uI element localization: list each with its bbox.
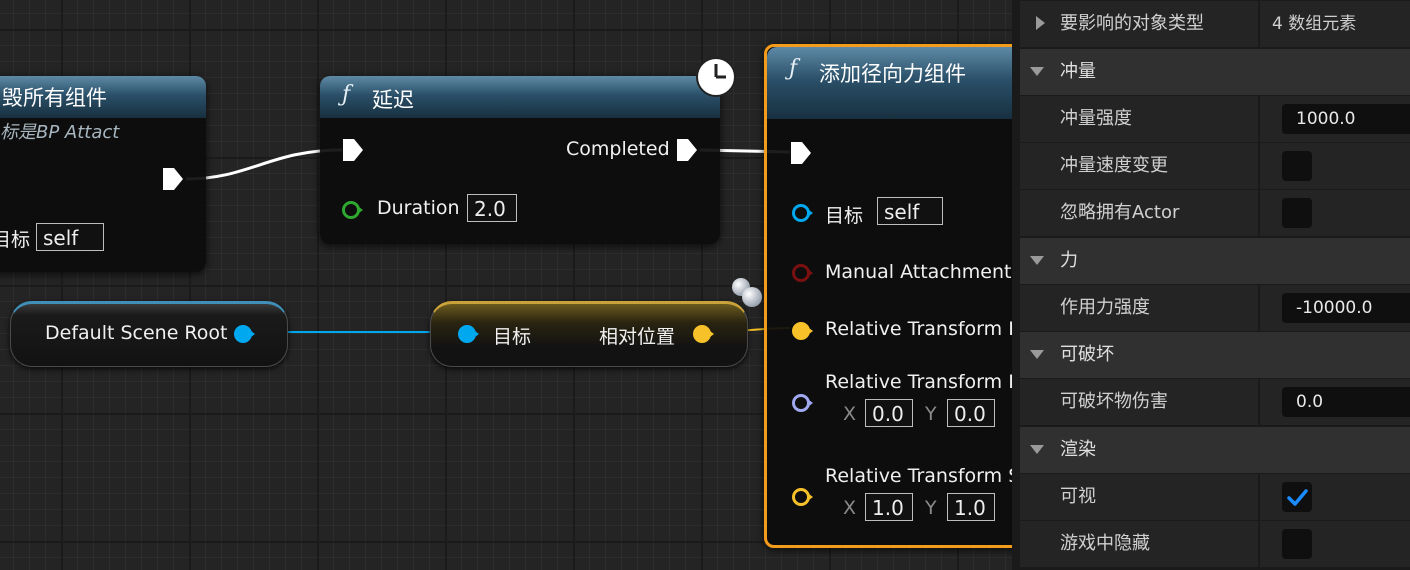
node-subtitle: 标是BP Attact [0, 122, 120, 143]
relative-rotation-pin[interactable] [792, 394, 813, 412]
target-pin-label: 目标 [0, 229, 31, 251]
relative-location-label: 相对位置 [599, 326, 676, 348]
variable-label: Default Scene Root [45, 322, 228, 344]
checkmark-icon [1287, 489, 1308, 506]
rotation-x-label: X [843, 403, 857, 425]
duration-pin[interactable] [342, 201, 363, 219]
get-relative-location-node[interactable]: 目标 相对位置 [430, 301, 748, 367]
duration-value-box[interactable]: 2.0 [467, 194, 517, 222]
column-divider [1258, 190, 1260, 236]
row-label: 可视 [1060, 486, 1096, 507]
relative-location-output-pin[interactable] [693, 325, 714, 343]
manual-attachment-pin[interactable] [792, 264, 813, 282]
collapse-arrow-icon[interactable] [1030, 256, 1044, 265]
section-label: 可破坏 [1060, 344, 1114, 365]
blueprint-graph[interactable]: 毁所有组件 标是BP Attact 目标 self ƒ 延迟 Completed… [0, 0, 1012, 570]
row-label: 作用力强度 [1060, 297, 1150, 318]
relative-transform-rotation-label: Relative Transform R [825, 371, 1012, 393]
expand-arrow-icon[interactable] [1036, 16, 1045, 30]
ignore-owning-actor-checkbox[interactable] [1282, 198, 1312, 228]
section-label: 冲量 [1060, 61, 1096, 82]
node-title: 延迟 [372, 88, 414, 112]
force-strength-input[interactable]: -10000.0 [1282, 293, 1410, 323]
target-input-pin[interactable] [458, 325, 479, 343]
scale-x-box[interactable]: 1.0 [865, 493, 913, 521]
section-impulse[interactable]: 冲量 [1020, 49, 1410, 95]
collapse-arrow-icon[interactable] [1030, 67, 1044, 76]
target-value-box[interactable]: self [36, 223, 104, 251]
target-label: 目标 [493, 326, 532, 348]
node-title: 毁所有组件 [2, 86, 107, 110]
rotation-y-label: Y [925, 403, 937, 425]
visible-checkbox[interactable] [1282, 482, 1312, 512]
column-divider [1258, 96, 1260, 142]
ignore-owning-actor-row: 忽略拥有Actor [1020, 190, 1410, 236]
clock-icon [696, 57, 736, 97]
delay-node[interactable]: ƒ 延迟 Completed Duration 2.0 [320, 76, 720, 244]
section-label: 渲染 [1060, 439, 1096, 460]
impulse-strength-input[interactable]: 1000.0 [1282, 104, 1410, 134]
exec-input-pin[interactable] [343, 139, 363, 161]
function-icon: ƒ [789, 56, 798, 81]
target-label: 目标 [825, 205, 864, 227]
duration-label: Duration [377, 197, 460, 219]
completed-exec-pin[interactable] [677, 139, 697, 161]
row-value: 4 数组元素 [1272, 14, 1357, 34]
function-icon: ƒ [342, 82, 351, 107]
scale-y-box[interactable]: 1.0 [947, 493, 995, 521]
destroy-components-node[interactable]: 毁所有组件 标是BP Attact 目标 self [0, 76, 206, 272]
destructible-damage-row: 可破坏物伤害 0.0 [1020, 379, 1410, 425]
relative-location-pin[interactable] [792, 322, 813, 340]
row-label: 游戏中隐藏 [1060, 533, 1150, 554]
row-label: 要影响的对象类型 [1060, 13, 1204, 34]
impulse-vel-change-checkbox[interactable] [1282, 151, 1312, 181]
destructible-damage-input[interactable]: 0.0 [1282, 387, 1410, 417]
section-rendering[interactable]: 渲染 [1020, 427, 1410, 473]
force-strength-row: 作用力强度 -10000.0 [1020, 285, 1410, 331]
row-label: 忽略拥有Actor [1060, 202, 1180, 223]
exec-input-pin[interactable] [791, 142, 811, 164]
section-force[interactable]: 力 [1020, 238, 1410, 284]
scene-root-output-pin[interactable] [234, 325, 255, 343]
relative-transform-scale-label: Relative Transform S [825, 465, 1012, 487]
target-value-box[interactable]: self [877, 197, 943, 225]
row-label: 可破坏物伤害 [1060, 391, 1168, 412]
column-divider [1258, 285, 1260, 331]
scale-y-label: Y [925, 497, 937, 519]
column-divider [1258, 379, 1260, 425]
row-label: 冲量速度变更 [1060, 155, 1168, 176]
column-divider [1258, 1, 1260, 47]
rotation-x-box[interactable]: 0.0 [865, 399, 913, 427]
objects-to-affect-row[interactable]: 要影响的对象类型 4 数组元素 [1020, 1, 1410, 47]
column-divider [1258, 474, 1260, 520]
impulse-strength-row: 冲量强度 1000.0 [1020, 96, 1410, 142]
completed-label: Completed [566, 138, 670, 160]
row-label: 冲量强度 [1060, 108, 1132, 129]
add-radial-force-node[interactable]: ƒ 添加径向力组件 目标 self Manual Attachment Rela… [764, 44, 1012, 548]
scale-x-label: X [843, 497, 857, 519]
target-pin[interactable] [792, 204, 813, 222]
details-panel: 要影响的对象类型 4 数组元素 冲量 冲量强度 1000.0 冲量速度变更 忽略… [1012, 0, 1410, 570]
exec-output-pin[interactable] [163, 168, 183, 190]
collapse-arrow-icon[interactable] [1030, 445, 1044, 454]
section-destructible[interactable]: 可破坏 [1020, 332, 1410, 378]
exec-wire-destroy-to-delay[interactable] [185, 148, 343, 181]
hidden-in-game-row: 游戏中隐藏 [1020, 521, 1410, 567]
relative-scale-pin[interactable] [792, 488, 813, 506]
hidden-in-game-checkbox[interactable] [1282, 529, 1312, 559]
collapse-arrow-icon[interactable] [1030, 350, 1044, 359]
impulse-vel-change-row: 冲量速度变更 [1020, 143, 1410, 189]
rotation-y-box[interactable]: 0.0 [947, 399, 995, 427]
relative-transform-location-label: Relative Transform L [825, 318, 1012, 340]
column-divider [1258, 143, 1260, 189]
node-title: 添加径向力组件 [819, 62, 966, 86]
default-scene-root-variable-node[interactable]: Default Scene Root [10, 301, 288, 367]
section-label: 力 [1060, 250, 1078, 271]
manual-attachment-label: Manual Attachment [825, 261, 1012, 283]
visible-row: 可视 [1020, 474, 1410, 520]
column-divider [1258, 521, 1260, 567]
wire-knot-icon[interactable] [742, 287, 762, 307]
